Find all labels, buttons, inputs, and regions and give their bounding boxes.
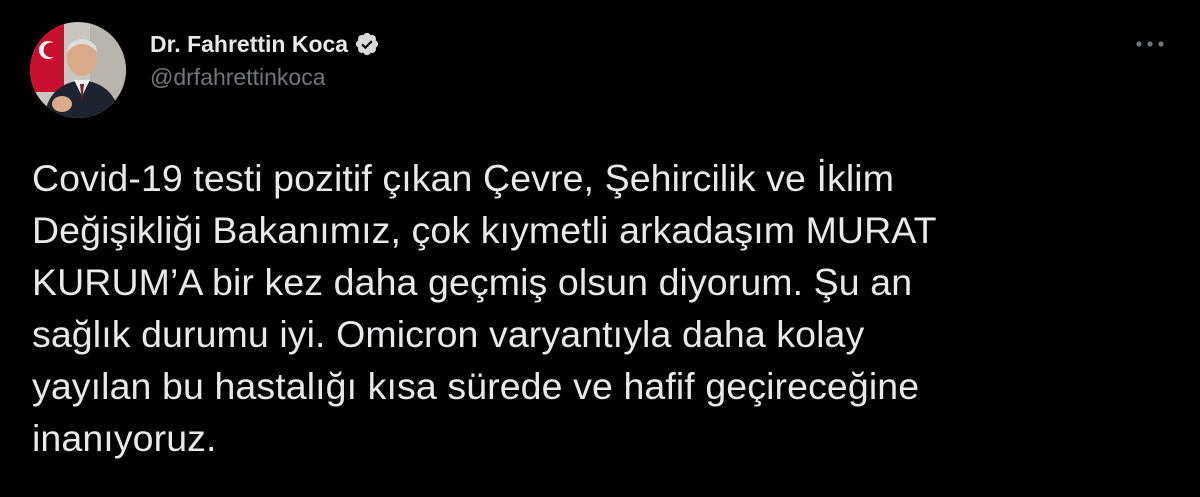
tweet-card: Dr. Fahrettin Koca @drfahrettinkoca Covi… — [0, 0, 1200, 497]
more-options-icon[interactable] — [1132, 32, 1168, 56]
avatar[interactable] — [30, 22, 126, 118]
name-row: Dr. Fahrettin Koca — [150, 28, 380, 60]
author-handle[interactable]: @drfahrettinkoca — [150, 64, 380, 91]
avatar-image — [30, 22, 126, 118]
tweet-text: Covid-19 testi pozitif çıkan Çevre, Şehi… — [32, 157, 937, 459]
author-display-name[interactable]: Dr. Fahrettin Koca — [150, 31, 348, 58]
verified-badge-icon — [354, 31, 380, 57]
author-info: Dr. Fahrettin Koca @drfahrettinkoca — [150, 28, 380, 91]
